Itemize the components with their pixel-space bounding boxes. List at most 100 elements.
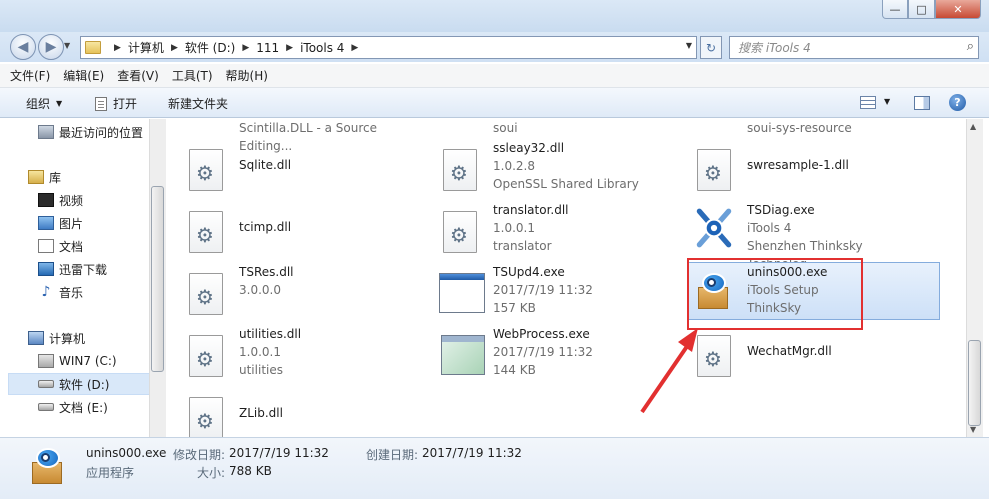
- recent-pages-dropdown[interactable]: ▼: [64, 41, 70, 50]
- file-version: 1.0.0.1: [493, 221, 535, 235]
- new-folder-label: 新建文件夹: [168, 97, 229, 111]
- breadcrumb-drive-d[interactable]: 软件 (D:): [185, 39, 235, 56]
- details-created-value: 2017/7/19 11:32: [422, 446, 522, 460]
- minimize-button[interactable]: —: [882, 0, 908, 19]
- breadcrumb-computer[interactable]: 计算机: [128, 39, 164, 56]
- maximize-button[interactable]: □: [908, 0, 935, 19]
- file-item[interactable]: TSDiag.exe iTools 4 Shenzhen Thinksky Te…: [675, 201, 925, 271]
- dropdown-arrow-icon: ▼: [56, 99, 63, 108]
- file-name: swresample-1.dll: [747, 158, 849, 172]
- details-pane: unins000.exe 应用程序 修改日期: 2017/7/19 11:32 …: [0, 437, 989, 499]
- nav-label: 音乐: [59, 285, 84, 300]
- scroll-down-icon[interactable]: ▼: [970, 425, 976, 434]
- file-item[interactable]: Sqlite.dll: [167, 139, 417, 197]
- preview-pane-icon[interactable]: [914, 96, 930, 110]
- file-date: 2017/7/19 11:32: [493, 283, 593, 297]
- forward-arrow-icon: ▶: [45, 39, 57, 55]
- file-name: utilities.dll: [239, 327, 302, 341]
- menu-help[interactable]: 帮助(H): [226, 67, 268, 84]
- dll-icon: [189, 397, 223, 437]
- details-modified-value: 2017/7/19 11:32: [229, 446, 329, 460]
- file-name: soui: [493, 121, 518, 135]
- menu-edit[interactable]: 编辑(E): [63, 67, 104, 84]
- refresh-button[interactable]: ↻: [700, 36, 722, 59]
- nav-label: 文档: [59, 239, 84, 254]
- forward-button[interactable]: ▶: [38, 34, 64, 60]
- breadcrumb-separator-icon[interactable]: ▶: [171, 43, 178, 53]
- nav-label: 计算机: [49, 331, 86, 346]
- breadcrumb-separator-icon[interactable]: ▶: [351, 43, 358, 53]
- breadcrumb-separator-icon[interactable]: ▶: [286, 43, 293, 53]
- open-button[interactable]: 打开: [95, 95, 137, 112]
- dll-icon: [189, 335, 223, 377]
- file-size: 144 KB: [493, 363, 536, 377]
- breadcrumb-separator-icon[interactable]: ▶: [114, 43, 121, 53]
- close-button[interactable]: ✕: [935, 0, 981, 19]
- address-bar[interactable]: ▶ 计算机 ▶ 软件 (D:) ▶ 111 ▶ iTools 4 ▶ ▼: [80, 36, 697, 59]
- breadcrumb-111[interactable]: 111: [256, 41, 279, 55]
- itools-box-icon: [30, 448, 68, 486]
- file-name: WebProcess.exe: [493, 327, 590, 341]
- search-icon[interactable]: ⌕: [967, 39, 974, 54]
- view-options-dropdown-icon[interactable]: ▼: [884, 97, 890, 106]
- menu-file[interactable]: 文件(F): [10, 67, 50, 84]
- nav-scrollbar-thumb[interactable]: [151, 186, 164, 372]
- file-name: TSUpd4.exe: [493, 265, 565, 279]
- search-placeholder: 搜索 iTools 4: [738, 41, 811, 55]
- breadcrumb-itools4[interactable]: iTools 4: [300, 41, 344, 55]
- content-scrollbar-thumb[interactable]: [968, 340, 981, 426]
- refresh-icon: ↻: [705, 40, 717, 55]
- scroll-up-icon[interactable]: ▲: [970, 122, 976, 131]
- pictures-icon: [38, 216, 54, 230]
- file-name: ssleay32.dll: [493, 141, 565, 155]
- annotation-arrow-icon: [640, 328, 698, 414]
- dll-icon: [189, 149, 223, 191]
- dll-icon: [443, 211, 477, 253]
- back-button[interactable]: ◀: [10, 34, 36, 60]
- window-icon: [439, 273, 485, 313]
- file-item[interactable]: tcimp.dll: [167, 201, 417, 259]
- file-name: tcimp.dll: [239, 220, 292, 234]
- breadcrumb-separator-icon[interactable]: ▶: [242, 43, 249, 53]
- menu-bar: 文件(F) 编辑(E) 查看(V) 工具(T) 帮助(H): [0, 64, 989, 88]
- menu-tools[interactable]: 工具(T): [172, 67, 213, 84]
- file-version: 1.0.0.1: [239, 345, 281, 359]
- title-bar: — □ ✕: [0, 0, 989, 32]
- nav-drive-d[interactable]: 软件 (D:): [8, 373, 156, 395]
- file-name: soui-sys-resource: [747, 121, 852, 135]
- dll-icon: [443, 149, 477, 191]
- nav-label: 视频: [59, 193, 84, 208]
- address-dropdown-icon[interactable]: ▼: [686, 41, 692, 50]
- library-icon: [28, 170, 44, 184]
- new-folder-button[interactable]: 新建文件夹: [168, 95, 228, 112]
- drive-icon: [38, 380, 54, 388]
- back-arrow-icon: ◀: [17, 39, 29, 55]
- organize-button[interactable]: 组织 ▼: [26, 95, 62, 112]
- nav-label: 图片: [59, 216, 84, 231]
- navigation-pane: 最近访问的位置 库 视频 图片 文档 迅雷下载 ♪ 音乐 计算机 WIN7 (C…: [0, 119, 156, 437]
- file-item[interactable]: TSUpd4.exe 2017/7/19 11:32 157 KB: [421, 263, 671, 321]
- open-label: 打开: [113, 97, 138, 111]
- file-item[interactable]: swresample-1.dll: [675, 139, 925, 197]
- file-item[interactable]: TSRes.dll 3.0.0.0: [167, 263, 417, 321]
- details-created-label: 创建日期:: [366, 448, 419, 462]
- nav-label: 库: [49, 170, 62, 185]
- file-item[interactable]: ssleay32.dll 1.0.2.8 OpenSSL Shared Libr…: [421, 139, 671, 197]
- change-view-icon[interactable]: [860, 96, 876, 109]
- menu-view[interactable]: 查看(V): [117, 67, 159, 84]
- file-item[interactable]: WechatMgr.dll: [675, 325, 925, 383]
- help-icon[interactable]: ?: [949, 94, 966, 111]
- file-version: 3.0.0.0: [239, 283, 281, 297]
- documents-icon: [38, 239, 54, 253]
- drive-icon: [38, 403, 54, 411]
- file-item[interactable]: translator.dll 1.0.0.1 translator: [421, 201, 671, 259]
- details-size-label: 大小:: [197, 466, 226, 480]
- file-size: 157 KB: [493, 301, 536, 315]
- dll-icon: [189, 211, 223, 253]
- organize-label: 组织: [26, 97, 51, 111]
- file-item[interactable]: ZLib.dll: [167, 387, 417, 437]
- file-name: TSDiag.exe: [747, 203, 815, 217]
- music-icon: ♪: [41, 284, 51, 300]
- file-item[interactable]: utilities.dll 1.0.0.1 utilities: [167, 325, 417, 383]
- search-input[interactable]: 搜索 iTools 4 ⌕: [729, 36, 979, 59]
